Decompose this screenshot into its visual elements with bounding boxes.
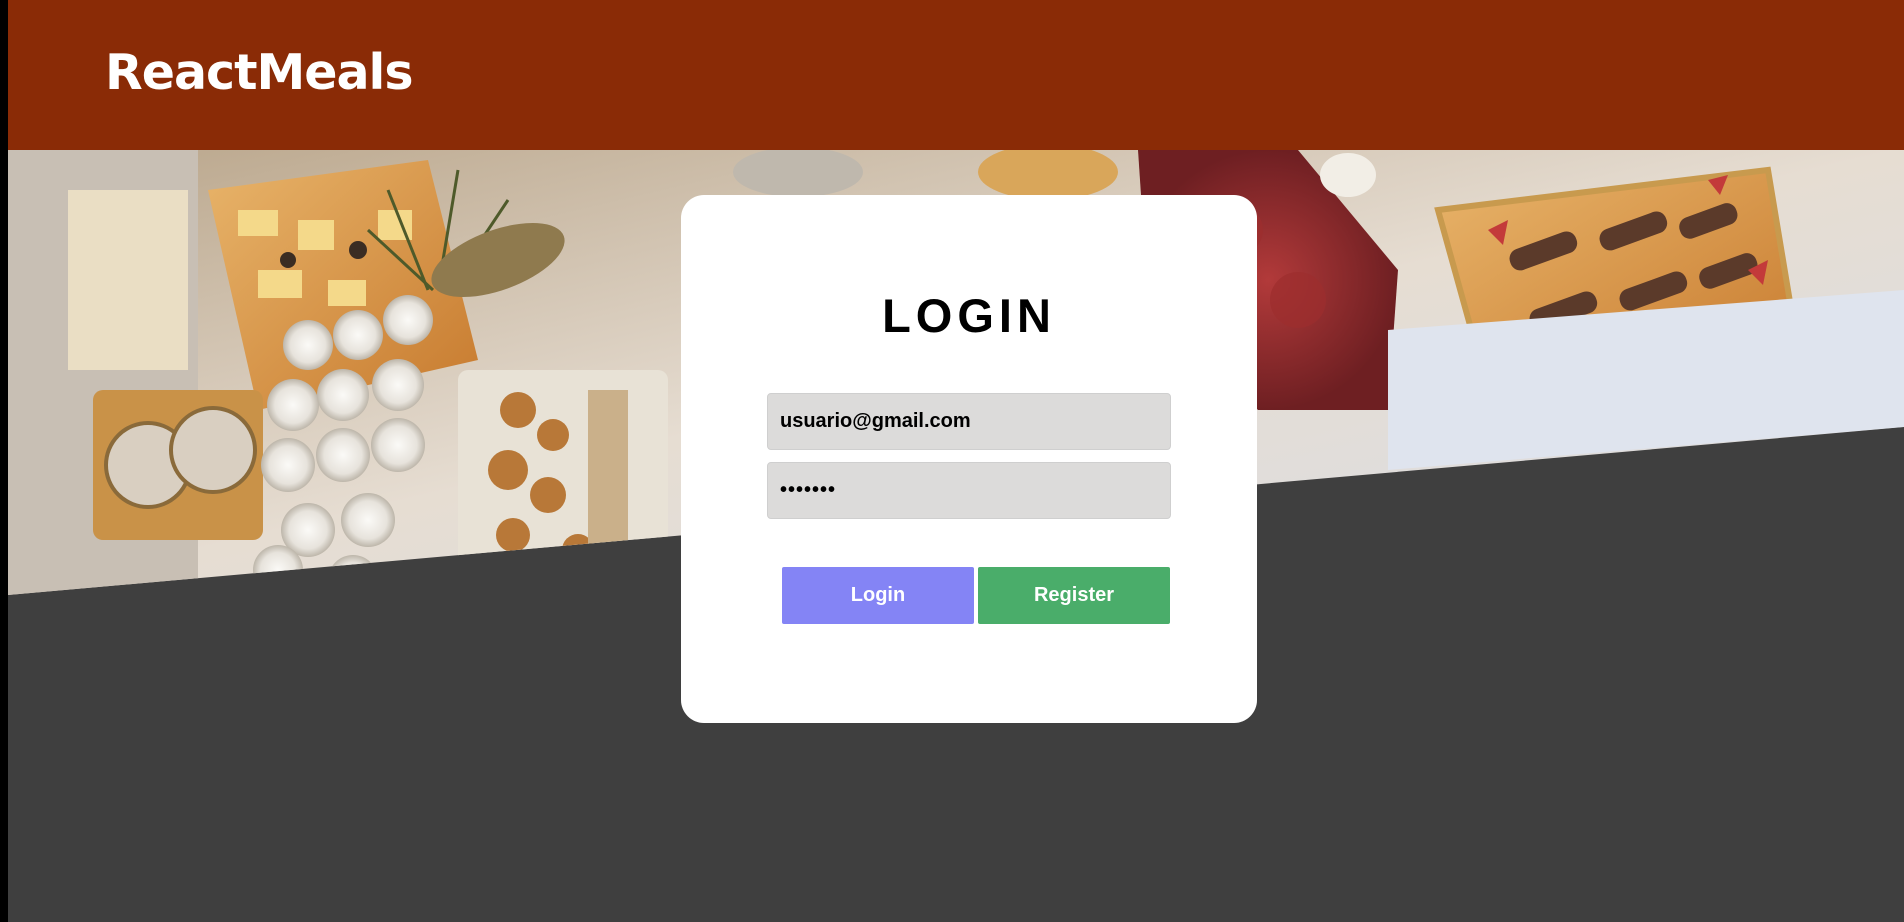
brand-title: ReactMeals [105,44,414,101]
password-input[interactable] [767,462,1171,519]
app-viewport: ReactMeals LOGIN usuario@gmail.com Login… [8,0,1904,922]
login-button[interactable]: Login [782,567,974,624]
login-card: LOGIN Login Register [681,195,1257,723]
email-input[interactable] [767,393,1171,450]
app-header: ReactMeals [8,0,1904,150]
register-button[interactable]: Register [978,567,1170,624]
login-title: LOGIN [882,289,1056,342]
